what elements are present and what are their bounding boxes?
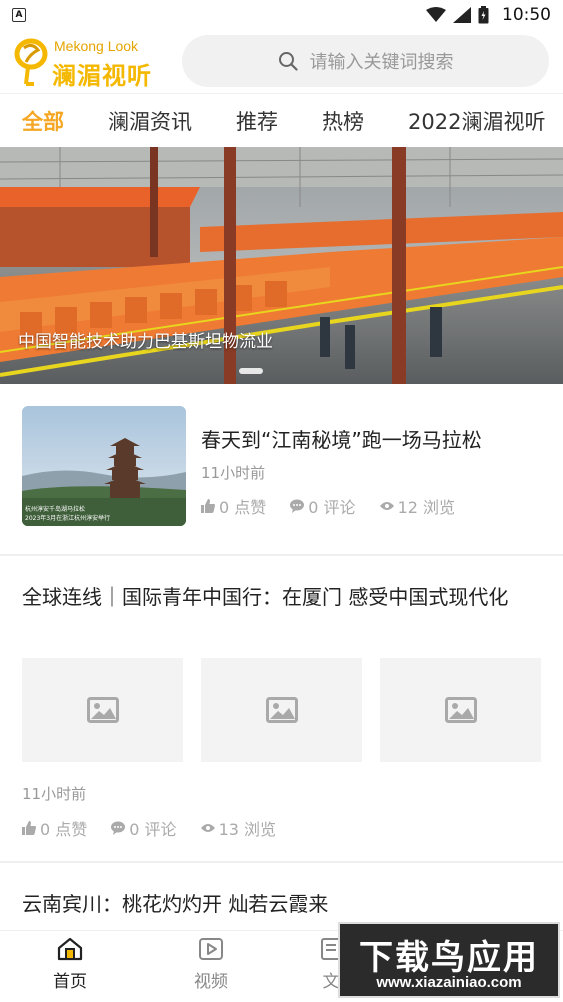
thumbs-up-icon: [201, 499, 215, 513]
search-icon: [278, 52, 298, 71]
tab-mekong-news[interactable]: 澜湄资讯: [86, 106, 214, 136]
tab-trending[interactable]: 热榜: [300, 106, 386, 136]
app-header: Mekong Look 澜湄视听 请输入关键词搜索: [0, 30, 563, 92]
search-bar[interactable]: 请输入关键词搜索: [182, 35, 549, 87]
comment-count[interactable]: 0 评论: [290, 494, 356, 518]
tab-recommended[interactable]: 推荐: [214, 106, 300, 136]
comment-count[interactable]: 0 评论: [111, 816, 177, 840]
image-placeholder[interactable]: [201, 658, 362, 762]
battery-icon: [478, 6, 489, 24]
nav-home[interactable]: 首页: [35, 937, 105, 992]
video-icon: [199, 938, 223, 960]
tab-all[interactable]: 全部: [0, 106, 86, 136]
nav-video[interactable]: 视频: [176, 937, 246, 992]
comment-icon: [290, 499, 305, 513]
app-logo[interactable]: Mekong Look 澜湄视听: [14, 34, 172, 90]
view-count: 12 浏览: [379, 494, 455, 518]
comment-icon: [111, 821, 126, 835]
status-bar: A 10:50: [0, 0, 563, 30]
thumbnail-caption-line2: 2023年3月在浙江杭州淳安举行: [25, 515, 111, 522]
image-placeholder[interactable]: [380, 658, 541, 762]
home-icon: [57, 937, 83, 961]
app-notification-icon: A: [12, 8, 26, 22]
carousel-indicator: [239, 368, 263, 374]
like-count[interactable]: 0 点赞: [201, 494, 266, 518]
status-icons: 10:50: [426, 5, 551, 25]
image-icon: [444, 697, 477, 723]
thumbs-up-icon: [22, 821, 36, 835]
eye-icon: [200, 824, 215, 832]
image-icon: [86, 697, 119, 723]
view-count: 13 浏览: [200, 816, 276, 840]
news-item[interactable]: 杭州淳安千岛湖马拉松 2023年3月在浙江杭州淳安举行 春天到“江南秘境”跑一场…: [0, 384, 563, 556]
watermark-text: 下载鸟应用: [359, 938, 539, 978]
clock: 10:50: [502, 5, 551, 25]
news-title[interactable]: 春天到“江南秘境”跑一场马拉松: [201, 424, 482, 453]
logo-text-en: Mekong Look: [54, 38, 139, 54]
news-time: 11小时前: [201, 464, 266, 482]
tab-2022-mekong[interactable]: 2022澜湄视听: [386, 106, 563, 136]
news-time: 11小时前: [22, 785, 87, 803]
eye-icon: [379, 502, 394, 510]
news-meta: 0 点赞 0 评论 13 浏览: [22, 816, 300, 840]
logo-text-cn: 澜湄视听: [52, 62, 152, 90]
banner-carousel[interactable]: 中国智能技术助力巴基斯坦物流业: [0, 147, 563, 384]
like-count[interactable]: 0 点赞: [22, 816, 87, 840]
news-thumbnail: 杭州淳安千岛湖马拉松 2023年3月在浙江杭州淳安举行: [22, 406, 186, 526]
signal-icon: [453, 7, 471, 23]
news-item[interactable]: 全球连线｜国际青年中国行：在厦门 感受中国式现代化 11小时前 0 点赞 0 评…: [0, 558, 563, 863]
news-title[interactable]: 全球连线｜国际青年中国行：在厦门 感受中国式现代化: [22, 580, 547, 614]
news-image-row: [22, 658, 541, 762]
wifi-icon: [426, 7, 446, 22]
watermark-url: www.xiazainiao.com: [376, 974, 522, 991]
watermark-logo: 下载鸟应用 www.xiazainiao.com: [338, 922, 560, 998]
banner-caption: 中国智能技术助力巴基斯坦物流业: [18, 332, 273, 352]
image-placeholder[interactable]: [22, 658, 183, 762]
news-title[interactable]: 云南宾川：桃花灼灼开 灿若云霞来: [22, 888, 328, 917]
thumbnail-caption-line1: 杭州淳安千岛湖马拉松: [25, 506, 86, 513]
search-placeholder: 请输入关键词搜索: [309, 52, 454, 73]
image-icon: [265, 697, 298, 723]
news-meta: 0 点赞 0 评论 12 浏览: [201, 494, 479, 518]
category-tabs: 全部 澜湄资讯 推荐 热榜 2022澜湄视听: [0, 93, 563, 147]
